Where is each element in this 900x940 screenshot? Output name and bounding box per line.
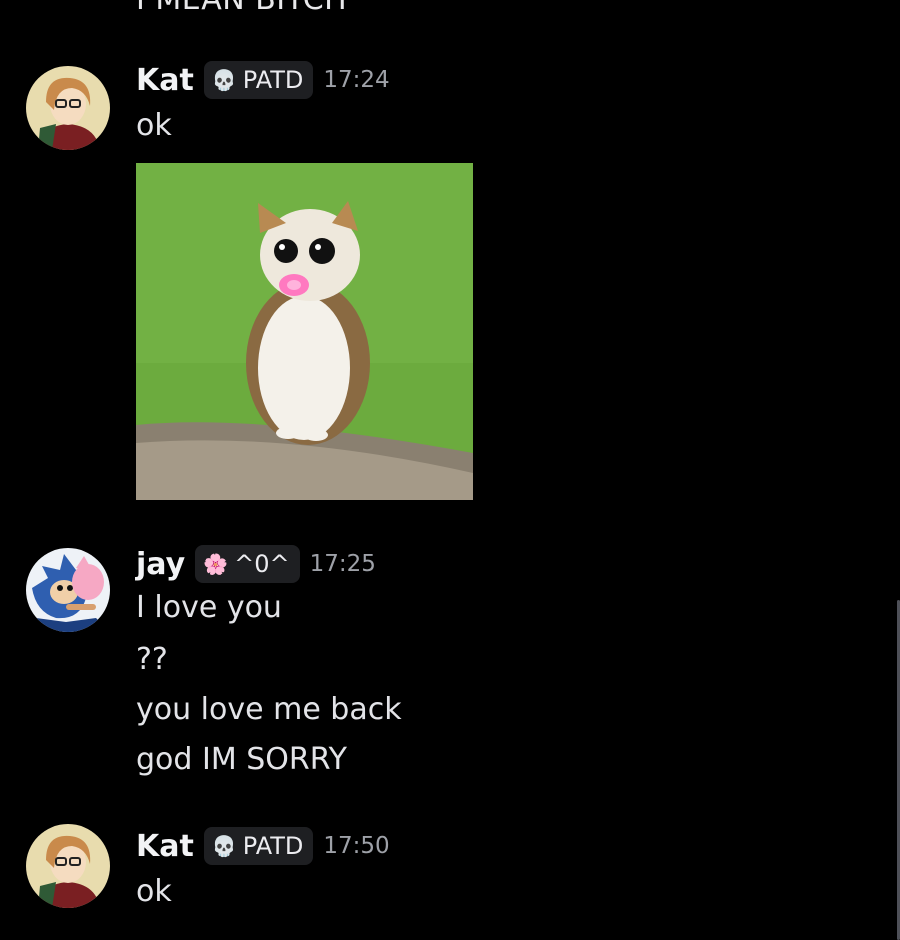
timestamp: 17:24: [323, 67, 390, 93]
message-header: Kat 💀 PATD 17:24: [136, 60, 390, 100]
skull-icon: 💀: [211, 834, 237, 858]
message-text: ok: [136, 108, 172, 143]
avatar[interactable]: [26, 548, 110, 632]
tag-label: PATD: [242, 66, 304, 94]
timestamp: 17:25: [309, 551, 376, 577]
message-header: Kat 💀 PATD 17:50: [136, 826, 390, 866]
username[interactable]: jay: [136, 547, 185, 582]
tag-label: PATD: [242, 832, 304, 860]
username[interactable]: Kat: [136, 829, 194, 864]
cat-with-pacifier-image[interactable]: [136, 163, 473, 500]
skull-icon: 💀: [211, 68, 237, 92]
username[interactable]: Kat: [136, 63, 194, 98]
flower-icon: 🌸: [203, 552, 229, 576]
message-text: you love me back: [136, 692, 402, 727]
message-header: jay 🌸 ^0^ 17:25: [136, 544, 376, 584]
server-tag[interactable]: 💀 PATD: [203, 61, 314, 99]
server-tag[interactable]: 💀 PATD: [203, 827, 314, 865]
message-text: god IM SORRY: [136, 742, 347, 777]
message-text: I love you: [136, 590, 282, 625]
message-text: ??: [136, 642, 168, 677]
avatar[interactable]: [26, 824, 110, 908]
avatar[interactable]: [26, 66, 110, 150]
previous-message-text: I MEAN BITCH: [136, 0, 347, 17]
timestamp: 17:50: [323, 833, 390, 859]
server-tag[interactable]: 🌸 ^0^: [195, 545, 300, 583]
tag-label: ^0^: [234, 550, 290, 578]
message-text: ok: [136, 874, 172, 909]
